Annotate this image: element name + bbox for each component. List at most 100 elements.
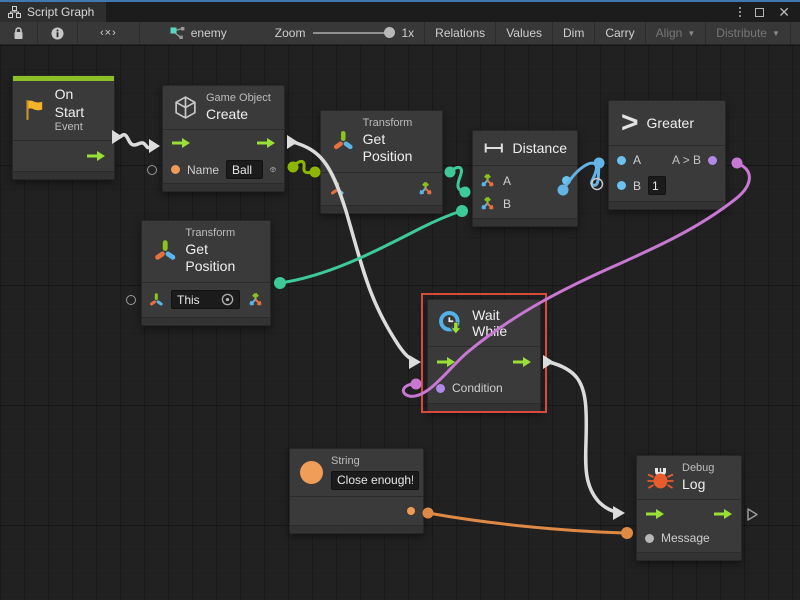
unconnected-port-indicator[interactable]	[147, 165, 157, 175]
info-icon	[51, 27, 64, 40]
unconnected-port-indicator[interactable]	[126, 295, 136, 305]
tab-bar: Script Graph ✕	[0, 2, 800, 22]
control-output-port[interactable]	[713, 508, 733, 520]
graph-reference[interactable]: enemy	[160, 22, 237, 44]
carry-button[interactable]: Carry	[595, 22, 645, 44]
script-graph-window: Script Graph ✕ ‹×›	[0, 0, 800, 600]
vector3-input-port-a[interactable]	[479, 172, 496, 189]
close-icon[interactable]: ✕	[778, 5, 790, 19]
flag-icon	[21, 97, 47, 123]
graph-hierarchy-icon	[8, 6, 21, 18]
port-label-a: A	[633, 153, 641, 167]
tab-script-graph[interactable]: Script Graph	[0, 2, 106, 22]
vector3-output-port[interactable]	[247, 291, 264, 308]
control-input-port[interactable]	[645, 508, 665, 520]
node-debug-log[interactable]: Debug Log	[636, 455, 742, 561]
values-button[interactable]: Values	[496, 22, 553, 44]
node-category: Transform	[363, 117, 432, 131]
unconnected-control-indicator[interactable]	[746, 507, 759, 522]
string-output-port[interactable]	[407, 507, 415, 515]
result-label: A > B	[672, 153, 701, 167]
code-icon: ‹×›	[100, 27, 117, 39]
string-circle-icon	[300, 461, 323, 484]
node-distance[interactable]: Distance A	[472, 130, 578, 227]
maximize-icon[interactable]	[755, 8, 764, 17]
node-title: Greater	[647, 115, 694, 131]
greater-input-b[interactable]	[617, 181, 626, 190]
port-label-a: A	[503, 174, 511, 188]
bug-icon	[647, 465, 674, 491]
control-input-port[interactable]	[436, 356, 456, 368]
node-title: Log	[682, 476, 714, 494]
node-title: Create	[206, 106, 271, 124]
chevron-down-icon: ▼	[772, 29, 780, 38]
overview-button[interactable]: Overview	[791, 22, 800, 44]
node-wait-while[interactable]: Wait While Condition	[427, 299, 541, 412]
relations-button[interactable]: Relations	[425, 22, 496, 44]
greater-than-icon: >	[621, 108, 639, 138]
node-get-position-a[interactable]: Transform Get Position	[320, 110, 443, 214]
condition-input-port[interactable]	[436, 384, 445, 393]
inspect-button[interactable]	[38, 22, 78, 44]
distance-output-port[interactable]	[562, 176, 571, 185]
tab-title: Script Graph	[27, 5, 94, 19]
zoom-label: Zoom	[275, 26, 306, 40]
graph-reference-label: enemy	[191, 26, 227, 40]
node-title: Distance	[513, 140, 567, 156]
node-get-position-b[interactable]: Transform Get Position This	[141, 220, 271, 326]
cube-icon	[173, 95, 198, 120]
control-input-port[interactable]	[171, 137, 191, 149]
control-output-port[interactable]	[256, 137, 276, 149]
target-value: This	[177, 293, 217, 307]
object-picker-icon[interactable]	[221, 293, 234, 306]
distribute-dropdown[interactable]: Distribute▼	[706, 22, 791, 44]
name-value-field[interactable]	[226, 160, 263, 179]
zoom-control: Zoom 1x	[265, 22, 424, 44]
node-string[interactable]: String	[289, 448, 424, 534]
transform-icon	[152, 238, 177, 264]
greater-output-port[interactable]	[708, 156, 717, 165]
zoom-slider[interactable]	[313, 32, 393, 34]
port-label-b: B	[633, 179, 641, 193]
vector3-input-port-b[interactable]	[479, 195, 496, 212]
node-title: On Start	[55, 86, 106, 121]
control-output-port[interactable]	[512, 356, 532, 368]
zoom-slider-handle[interactable]	[384, 27, 395, 38]
zoom-value: 1x	[401, 26, 414, 40]
transform-input-port[interactable]	[329, 181, 345, 197]
lock-button[interactable]	[0, 22, 38, 44]
transform-icon	[331, 128, 355, 154]
string-value-field[interactable]	[331, 471, 419, 490]
dim-button[interactable]: Dim	[553, 22, 595, 44]
vector3-output-port[interactable]	[417, 180, 434, 197]
node-greater[interactable]: > Greater A A > B B	[608, 100, 726, 210]
graph-reference-icon	[170, 26, 185, 40]
node-title: Get Position	[363, 131, 432, 166]
port-label-b: B	[503, 197, 511, 211]
code-view-button[interactable]: ‹×›	[78, 22, 140, 44]
distance-icon	[483, 141, 505, 155]
message-input-port[interactable]	[645, 534, 654, 543]
name-input-port[interactable]	[171, 165, 180, 174]
greater-input-a[interactable]	[617, 156, 626, 165]
node-create[interactable]: Game Object Create Name	[162, 85, 285, 192]
graph-canvas[interactable]: On Start Event	[0, 45, 800, 600]
control-output-port[interactable]	[86, 150, 106, 162]
clock-wait-icon	[438, 308, 464, 338]
port-label-message: Message	[661, 531, 710, 545]
node-category: Debug	[682, 462, 714, 476]
port-label: Name	[187, 163, 219, 177]
graph-toolbar: ‹×› enemy Zoom 1x Relations Values Dim C…	[0, 22, 800, 45]
b-value-field[interactable]	[648, 176, 666, 195]
node-on-start[interactable]: On Start Event	[12, 75, 115, 180]
node-category: Game Object	[206, 92, 271, 106]
align-dropdown[interactable]: Align▼	[646, 22, 707, 44]
window-menu-icon[interactable]	[739, 7, 741, 17]
node-title: Get Position	[185, 241, 260, 276]
node-title: Wait While	[472, 307, 530, 339]
transform-input-port[interactable]	[148, 292, 164, 308]
target-value-field[interactable]: This	[171, 290, 240, 309]
node-category: Transform	[185, 227, 260, 241]
node-title: String	[331, 455, 419, 469]
gameobject-output-port[interactable]	[270, 161, 276, 178]
